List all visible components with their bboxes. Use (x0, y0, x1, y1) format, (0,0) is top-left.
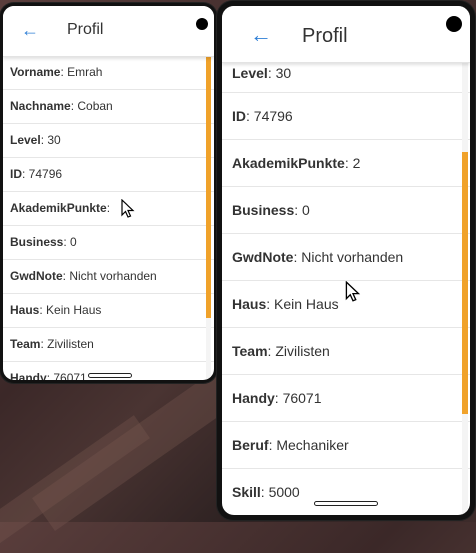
left-phone: ← Profil Vorname: Emrah Nachname: Coban … (0, 3, 217, 383)
row-label: Vorname (10, 65, 61, 79)
row-label: ID (232, 108, 246, 124)
home-indicator[interactable] (314, 501, 378, 506)
row-label: Level (232, 65, 268, 81)
row-value: : 74796 (246, 108, 293, 124)
row-label: Business (232, 202, 295, 218)
profile-row-level: Level: 30 (3, 124, 214, 158)
row-value: : (106, 201, 111, 215)
scrollbar-thumb[interactable] (462, 152, 468, 414)
profile-row-gwdnote: GwdNote: Nicht vorhanden (222, 234, 470, 281)
profile-row-vorname: Vorname: Emrah (3, 56, 214, 90)
row-label: Handy (10, 371, 47, 380)
profile-row-team: Team: Zivilisten (3, 328, 214, 362)
row-value: : Zivilisten (40, 337, 94, 351)
row-label: Haus (232, 296, 267, 312)
profile-row-skill: Skill: 5000 (222, 469, 470, 515)
right-phone: ← Profil Level: 30 ID: 74796 AkademikPun… (217, 1, 475, 520)
row-value: : Coban (70, 99, 113, 113)
row-value: : 30 (267, 65, 292, 81)
profile-row-business: Business: 0 (3, 226, 214, 260)
row-value: : Nicht vorhanden (62, 269, 157, 283)
row-label: Team (232, 343, 268, 359)
row-label: Handy (232, 390, 275, 406)
row-value: : Mechaniker (268, 437, 349, 453)
row-value: : 2 (344, 155, 361, 171)
back-arrow-icon[interactable]: ← (250, 22, 272, 48)
row-value: : 74796 (22, 167, 63, 181)
row-value: : 5000 (260, 484, 300, 500)
profile-list[interactable]: Vorname: Emrah Nachname: Coban Level: 30… (3, 56, 214, 380)
camera-icon (196, 18, 208, 30)
row-label: Haus (10, 303, 40, 317)
row-value: : Emrah (60, 65, 103, 79)
profile-row-id: ID: 74796 (222, 93, 470, 140)
profile-row-akademikpunkte: AkademikPunkte: (3, 192, 214, 226)
row-label: Beruf (232, 437, 269, 453)
row-label: Team (10, 337, 41, 351)
row-label: Business (10, 235, 64, 249)
profile-row-gwdnote: GwdNote: Nicht vorhanden (3, 260, 214, 294)
app-header: ← Profil (3, 6, 214, 57)
row-value: : Nicht vorhanden (293, 249, 404, 265)
home-indicator[interactable] (88, 373, 132, 378)
profile-row-id: ID: 74796 (3, 158, 214, 192)
row-value: : 76071 (46, 371, 87, 380)
row-value: : 0 (294, 202, 310, 218)
row-value: : 0 (63, 235, 77, 249)
row-label: Skill (232, 484, 261, 500)
row-label: Level (10, 133, 41, 147)
profile-row-akademikpunkte: AkademikPunkte: 2 (222, 140, 470, 187)
row-label: AkademikPunkte (10, 201, 107, 215)
mouse-cursor-icon (121, 199, 135, 218)
page-title: Profil (302, 25, 348, 47)
left-phone-screen: ← Profil Vorname: Emrah Nachname: Coban … (3, 6, 214, 380)
profile-row-handy: Handy: 76071 (222, 375, 470, 422)
row-value: : Kein Haus (39, 303, 102, 317)
profile-row-haus: Haus: Kein Haus (3, 294, 214, 328)
row-label: GwdNote (232, 249, 294, 265)
profile-row-business: Business: 0 (222, 187, 470, 234)
row-value: : 76071 (274, 390, 322, 406)
row-label: Nachname (10, 99, 71, 113)
page-title: Profil (67, 21, 104, 38)
profile-row-team: Team: Zivilisten (222, 328, 470, 375)
scrollbar-thumb[interactable] (206, 56, 211, 318)
row-label: ID (10, 167, 22, 181)
row-value: : Zivilisten (267, 343, 330, 359)
app-header: ← Profil (222, 6, 470, 63)
row-value: : Kein Haus (266, 296, 339, 312)
row-value: : 30 (40, 133, 61, 147)
back-arrow-icon[interactable]: ← (21, 20, 39, 41)
profile-row-beruf: Beruf: Mechaniker (222, 422, 470, 469)
row-label: GwdNote (10, 269, 63, 283)
right-phone-screen: ← Profil Level: 30 ID: 74796 AkademikPun… (222, 6, 470, 515)
camera-icon (446, 16, 462, 32)
mouse-cursor-icon (345, 281, 361, 302)
row-label: AkademikPunkte (232, 155, 345, 171)
profile-row-nachname: Nachname: Coban (3, 90, 214, 124)
